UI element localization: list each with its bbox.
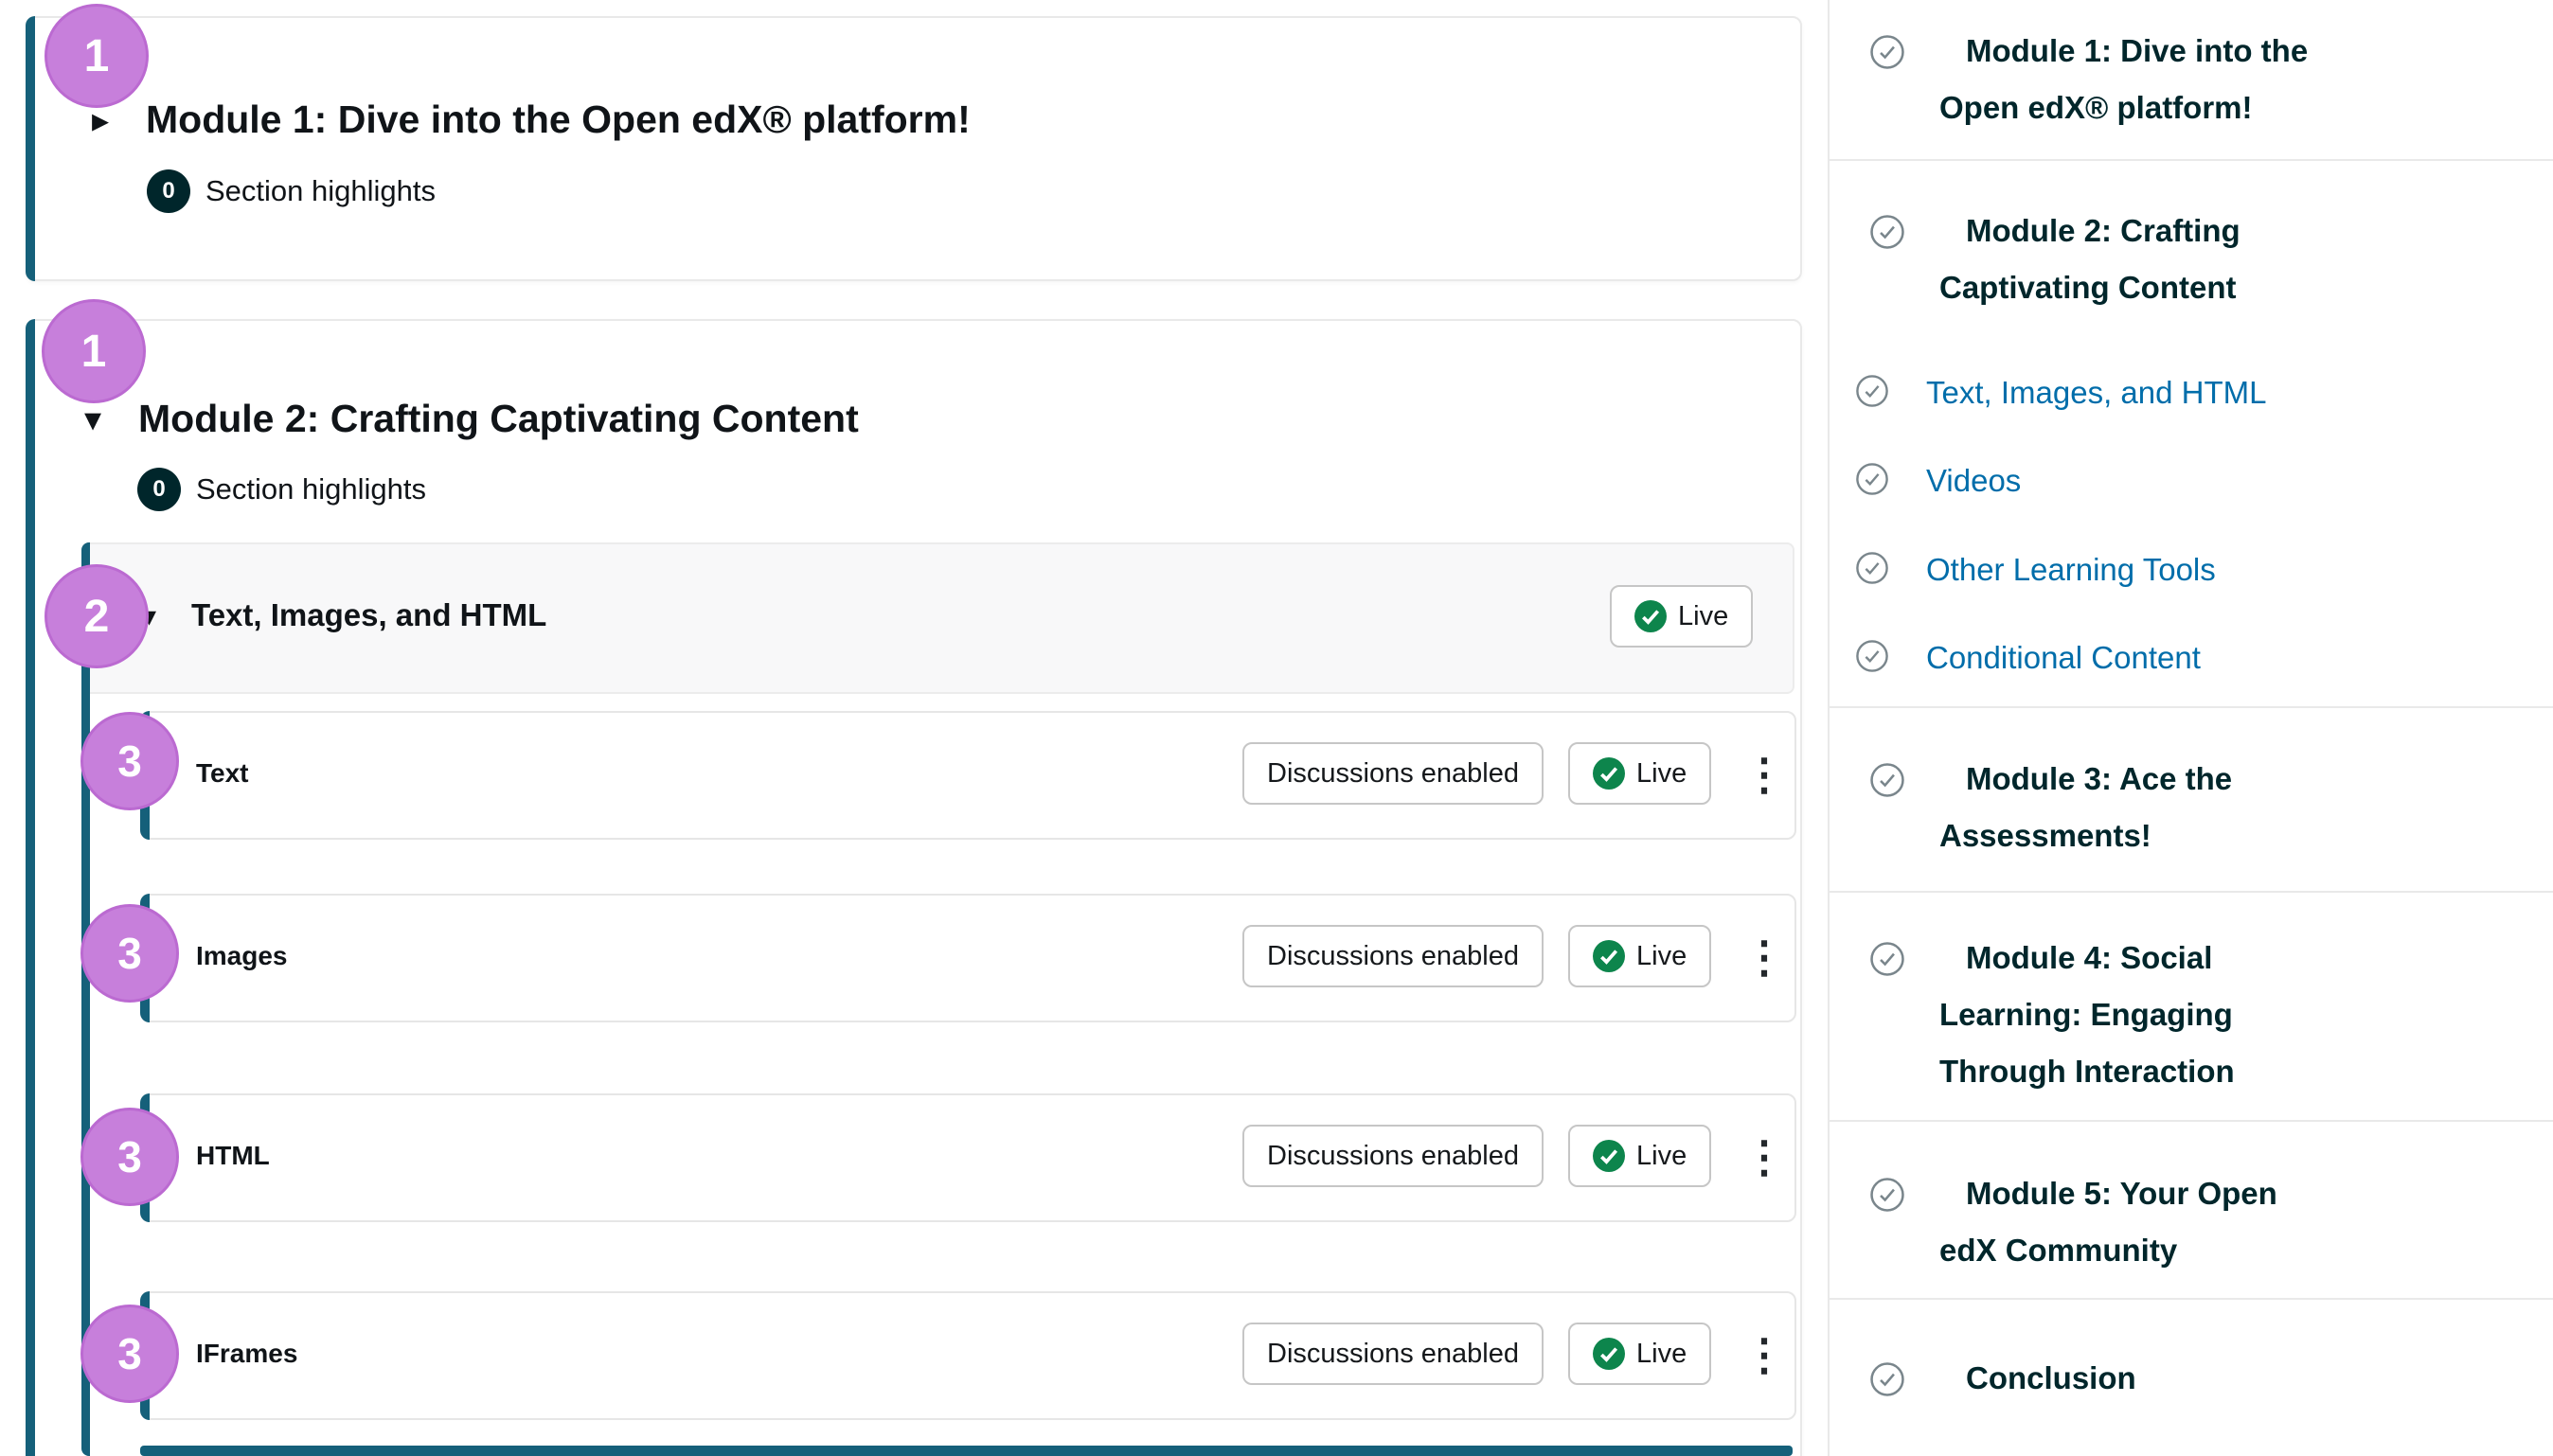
unit-row: Text Discussions enabled Live ⋮ [140, 711, 1796, 840]
sidebar-item-label: Conclusion [1939, 1350, 2553, 1407]
section-card-module-1: ▸ Module 1: Dive into the Open edX® plat… [26, 16, 1802, 281]
unit-title[interactable]: HTML [196, 1141, 270, 1171]
annotation-badge: 3 [80, 1305, 179, 1403]
sidebar-link-other-learning-tools[interactable]: Other Learning Tools [1808, 542, 2553, 598]
live-status-badge: Live [1568, 742, 1711, 805]
live-label: Live [1636, 1339, 1687, 1370]
live-status-badge: Live [1568, 1125, 1711, 1187]
subsection-header: ▾ Text, Images, and HTML Live ⋮ [81, 542, 1794, 694]
sidebar-link-label: Conditional Content [1926, 630, 2553, 686]
check-circle-icon [1869, 941, 1905, 982]
live-label: Live [1636, 758, 1687, 790]
section-highlights-button[interactable]: 0 Section highlights [137, 468, 426, 511]
live-status-badge: Live [1568, 1323, 1711, 1385]
annotation-badge: 2 [45, 564, 149, 668]
sidebar-item-module-5[interactable]: Module 5: Your Open edX Community [1808, 1165, 2553, 1279]
sidebar-link-label: Text, Images, and HTML [1926, 364, 2553, 421]
section-title[interactable]: Module 1: Dive into the Open edX® platfo… [146, 98, 971, 142]
annotation-badge: 1 [45, 4, 149, 108]
unit-row: Images Discussions enabled Live ⋮ [140, 894, 1796, 1022]
annotation-badge: 3 [80, 1108, 179, 1206]
kebab-menu-icon[interactable]: ⋮ [1737, 753, 1792, 796]
live-check-icon [1593, 1338, 1625, 1370]
course-navigation-sidebar: Module 1: Dive into the Open edX® platfo… [1808, 0, 2553, 1456]
unit-title[interactable]: Images [196, 941, 288, 971]
sidebar-item-conclusion[interactable]: Conclusion [1808, 1350, 2553, 1407]
check-circle-icon [1855, 551, 1889, 590]
divider [1828, 891, 2553, 893]
sidebar-link-label: Videos [1926, 453, 2553, 509]
divider [1828, 159, 2553, 161]
check-circle-icon [1869, 34, 1905, 75]
sidebar-item-label: Module 1: Dive into the Open edX® platfo… [1939, 23, 2384, 136]
sidebar-item-label: Module 5: Your Open edX Community [1939, 1165, 2318, 1279]
annotation-badge: 3 [80, 904, 179, 1003]
annotation-badge: 1 [42, 299, 146, 403]
divider [1828, 1298, 2553, 1300]
live-status-badge: Live [1610, 585, 1753, 648]
sidebar-link-conditional-content[interactable]: Conditional Content [1808, 630, 2553, 686]
sidebar-item-module-1[interactable]: Module 1: Dive into the Open edX® platfo… [1808, 23, 2553, 136]
subsection-accent-bar [81, 542, 90, 1456]
caret-right-icon[interactable]: ▸ [92, 103, 109, 137]
sidebar-link-label: Other Learning Tools [1926, 542, 2553, 598]
section-accent-bar [26, 16, 35, 281]
subsection-title[interactable]: Text, Images, and HTML [191, 597, 546, 633]
sidebar-item-label: Module 2: Crafting Captivating Content [1939, 203, 2337, 316]
kebab-menu-icon[interactable]: ⋮ [1737, 1333, 1792, 1376]
highlights-label: Section highlights [196, 472, 426, 506]
divider [1828, 1120, 2553, 1122]
live-label: Live [1678, 601, 1728, 632]
kebab-menu-icon[interactable]: ⋮ [1737, 935, 1792, 979]
check-circle-icon [1855, 462, 1889, 501]
live-label: Live [1636, 941, 1687, 972]
section-accent-bar [26, 319, 35, 1456]
sidebar-item-module-4[interactable]: Module 4: Social Learning: Engaging Thro… [1808, 930, 2553, 1100]
sidebar-link-videos[interactable]: Videos [1808, 453, 2553, 509]
check-circle-icon [1869, 762, 1905, 803]
sidebar-link-text-images-html[interactable]: Text, Images, and HTML [1808, 364, 2553, 421]
highlights-count-badge: 0 [137, 468, 181, 511]
discussions-enabled-badge: Discussions enabled [1242, 742, 1544, 805]
kebab-menu-icon[interactable]: ⋮ [1737, 1135, 1792, 1179]
check-circle-icon [1869, 214, 1905, 255]
live-label: Live [1636, 1141, 1687, 1172]
live-status-badge: Live [1568, 925, 1711, 987]
highlights-label: Section highlights [205, 174, 436, 208]
live-check-icon [1634, 600, 1667, 632]
unit-title[interactable]: IFrames [196, 1339, 297, 1369]
next-element-edge [140, 1446, 1793, 1456]
check-circle-icon [1855, 374, 1889, 413]
live-check-icon [1593, 1140, 1625, 1172]
section-title[interactable]: Module 2: Crafting Captivating Content [138, 397, 859, 441]
annotation-badge: 3 [80, 712, 179, 810]
highlights-count-badge: 0 [147, 169, 190, 213]
caret-down-icon[interactable]: ▾ [84, 402, 101, 436]
check-circle-icon [1855, 639, 1889, 678]
section-highlights-button[interactable]: 0 Section highlights [147, 169, 436, 213]
unit-row: IFrames Discussions enabled Live ⋮ [140, 1291, 1796, 1420]
discussions-enabled-badge: Discussions enabled [1242, 1125, 1544, 1187]
check-circle-icon [1869, 1361, 1905, 1402]
discussions-enabled-badge: Discussions enabled [1242, 1323, 1544, 1385]
unit-row: HTML Discussions enabled Live ⋮ [140, 1093, 1796, 1222]
course-outline-page: ▸ Module 1: Dive into the Open edX® plat… [0, 0, 2553, 1456]
unit-title[interactable]: Text [196, 758, 249, 789]
live-check-icon [1593, 757, 1625, 790]
divider [1828, 706, 2553, 708]
sidebar-item-label: Module 4: Social Learning: Engaging Thro… [1939, 930, 2337, 1100]
live-check-icon [1593, 940, 1625, 972]
sidebar-item-module-2[interactable]: Module 2: Crafting Captivating Content [1808, 203, 2553, 316]
sidebar-item-module-3[interactable]: Module 3: Ace the Assessments! [1808, 751, 2553, 864]
sidebar-item-label: Module 3: Ace the Assessments! [1939, 751, 2318, 864]
check-circle-icon [1869, 1177, 1905, 1217]
discussions-enabled-badge: Discussions enabled [1242, 925, 1544, 987]
